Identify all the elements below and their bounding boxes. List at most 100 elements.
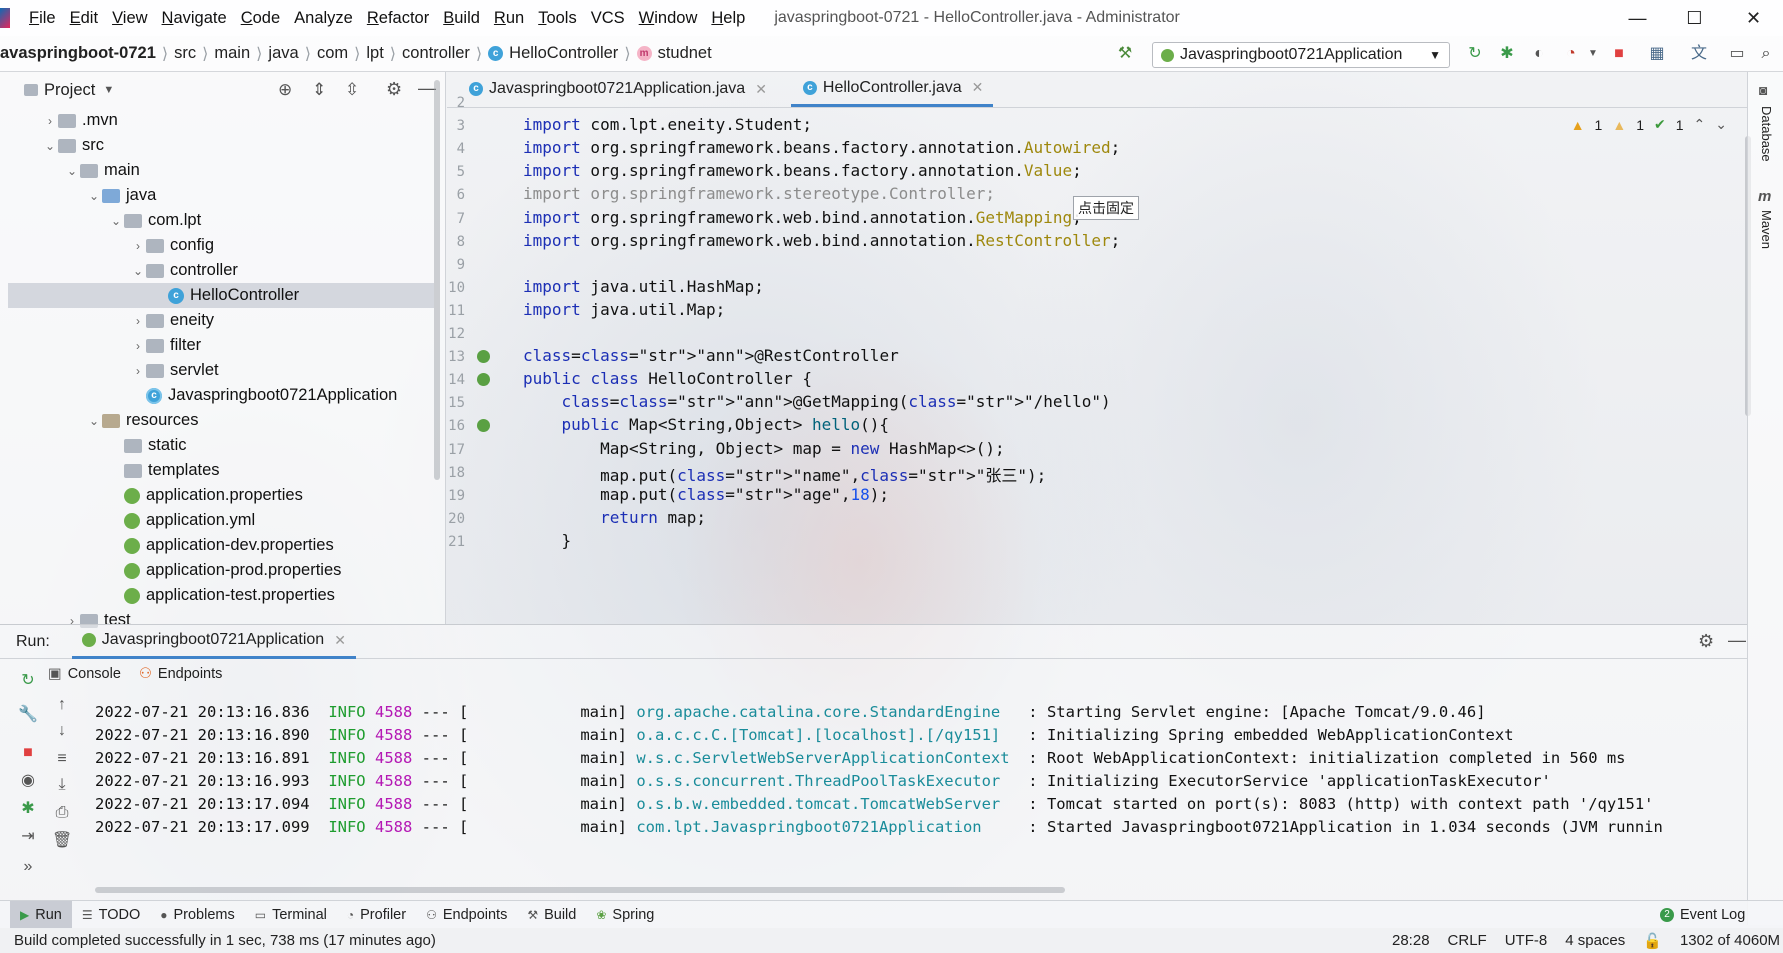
tree-item[interactable]: › eneity	[0, 308, 214, 333]
chevron-down-icon[interactable]: ⌄	[42, 139, 58, 153]
build-hammer-icon[interactable]: ⚒	[1116, 45, 1134, 63]
indent-setting[interactable]: 4 spaces	[1565, 932, 1625, 949]
tool-button-todo[interactable]: ☰ TODO	[72, 901, 150, 929]
tree-item[interactable]: c HelloController	[8, 283, 434, 308]
menu-code[interactable]: Code	[234, 9, 287, 28]
maximize-button[interactable]: ☐	[1667, 0, 1722, 36]
chevron-down-icon[interactable]: ⌄	[86, 189, 102, 203]
tool-button-profiler[interactable]: ◔ Profiler	[337, 901, 416, 929]
console-scrollbar[interactable]	[95, 887, 1065, 893]
chevron-down-icon[interactable]: ⌄	[64, 164, 80, 178]
tree-item[interactable]: ⌄ main	[0, 158, 140, 183]
tool-button-terminal[interactable]: ▭ Terminal	[245, 901, 337, 929]
close-window-button[interactable]: ✕	[1726, 0, 1781, 36]
rerun-icon[interactable]: ↻	[1466, 45, 1484, 63]
tree-item[interactable]: application.properties	[0, 483, 303, 508]
event-log-button[interactable]: 2 Event Log	[1660, 901, 1745, 929]
tree-item[interactable]: application-prod.properties	[0, 558, 341, 583]
menu-vcs[interactable]: VCS	[584, 9, 632, 28]
gear-icon[interactable]: ⚙	[1698, 631, 1714, 652]
close-tab-icon[interactable]: ✕	[334, 632, 346, 649]
file-encoding[interactable]: UTF-8	[1505, 932, 1548, 949]
editor-tab[interactable]: c HelloController.java ✕	[790, 71, 994, 107]
rerun-icon[interactable]: ↻	[18, 671, 38, 691]
run-config-tab[interactable]: Javaspringboot0721Application ✕	[71, 625, 356, 659]
tree-item[interactable]: application.yml	[0, 508, 255, 533]
soft-wrap-icon[interactable]: ≡	[52, 749, 72, 769]
request-mapping-marker-icon[interactable]	[477, 419, 490, 433]
close-tab-icon[interactable]: ✕	[972, 79, 984, 96]
wrench-icon[interactable]: 🔧	[18, 705, 38, 725]
more-run-options-icon[interactable]: ▼	[1584, 45, 1602, 63]
chevron-right-icon[interactable]: ›	[130, 339, 146, 353]
menu-run[interactable]: Run	[487, 9, 531, 28]
expand-all-icon[interactable]: ⇕	[312, 80, 326, 100]
tree-item[interactable]: ⌄ java	[0, 183, 156, 208]
breadcrumb-item[interactable]: lpt	[360, 44, 389, 63]
debug-icon[interactable]: ✱	[1498, 45, 1516, 63]
breadcrumb-item[interactable]: com	[311, 44, 354, 63]
breadcrumb-item[interactable]: main	[208, 44, 256, 63]
line-separator[interactable]: CRLF	[1448, 932, 1487, 949]
stop-icon[interactable]: ■	[1610, 45, 1628, 63]
scroll-to-end-icon[interactable]: ⤓	[52, 775, 72, 795]
tree-item[interactable]: ⌄ controller	[0, 258, 238, 283]
chevron-down-icon[interactable]: ⌄	[130, 264, 146, 278]
chevron-right-icon[interactable]: ›	[42, 114, 58, 128]
search-icon[interactable]: ⌕	[1757, 45, 1775, 63]
print-icon[interactable]: ⎙	[52, 803, 72, 823]
menu-view[interactable]: View	[105, 9, 154, 28]
project-scrollbar[interactable]	[434, 80, 440, 480]
editor-tab[interactable]: c Javaspringboot0721Application.java ✕	[457, 71, 777, 107]
project-view-selector[interactable]: Project ▼	[24, 81, 114, 100]
menu-file[interactable]: File	[22, 9, 63, 28]
run-subtab-endpoints[interactable]: ⚇ Endpoints	[139, 666, 223, 682]
bean-marker-icon[interactable]	[477, 373, 490, 387]
hide-panel-icon[interactable]: —	[1728, 630, 1746, 651]
minimize-button[interactable]: —	[1610, 0, 1665, 36]
tool-button-spring[interactable]: ❀ Spring	[586, 901, 664, 929]
collapse-all-icon[interactable]: ⇳	[345, 80, 359, 100]
previous-highlight-icon[interactable]: ⌃	[1694, 116, 1706, 133]
breadcrumb-item[interactable]: m studnet	[631, 44, 718, 63]
chevron-down-icon[interactable]: ⌄	[108, 214, 124, 228]
run-subtab-console[interactable]: ▣ Console	[48, 666, 121, 682]
breadcrumb-item[interactable]: avaspringboot-0721	[0, 44, 162, 63]
tree-item[interactable]: › config	[0, 233, 214, 258]
tree-item[interactable]: static	[0, 433, 187, 458]
tool-button-run[interactable]: ▶ Run	[10, 900, 72, 929]
maven-tool-button[interactable]: Maven	[1759, 210, 1774, 249]
breadcrumb-item[interactable]: java	[262, 44, 304, 63]
coverage-icon[interactable]: ◐	[1530, 45, 1548, 63]
lock-icon[interactable]: 🔓	[1643, 932, 1662, 950]
run-configuration-select[interactable]: Javaspringboot0721Application ▼	[1152, 42, 1450, 68]
chevron-right-icon[interactable]: ›	[130, 314, 146, 328]
menu-tools[interactable]: Tools	[531, 9, 584, 28]
debug-icon[interactable]: ✱	[18, 799, 38, 819]
tree-item[interactable]: templates	[0, 458, 220, 483]
more-icon[interactable]: »	[18, 857, 38, 877]
stop-icon[interactable]: ■	[18, 743, 38, 763]
translate-icon[interactable]: 文	[1690, 45, 1708, 63]
trash-icon[interactable]: 🗑	[52, 831, 72, 851]
menu-help[interactable]: Help	[704, 9, 752, 28]
tree-item[interactable]: › .mvn	[0, 108, 118, 133]
tool-button-endpoints[interactable]: ⚇ Endpoints	[416, 901, 517, 929]
tree-item[interactable]: application-test.properties	[0, 583, 335, 608]
memory-indicator[interactable]: 1302 of 4060M	[1680, 932, 1780, 949]
tool-button-build[interactable]: ⚒ Build	[517, 901, 586, 929]
scroll-down-icon[interactable]: ↓	[52, 721, 72, 741]
tree-item[interactable]: ⌄ com.lpt	[0, 208, 201, 233]
project-structure-icon[interactable]: ▦	[1648, 45, 1666, 63]
tool-button-problems[interactable]: ● Problems	[150, 901, 245, 929]
chevron-right-icon[interactable]: ›	[130, 239, 146, 253]
scroll-up-icon[interactable]: ↑	[52, 695, 72, 715]
tree-item[interactable]: ⌄ src	[0, 133, 104, 158]
database-tool-button[interactable]: Database	[1759, 106, 1774, 162]
bean-marker-icon[interactable]	[477, 350, 490, 364]
inspection-widget[interactable]: ▲ 1 ▲ 1 ✔ 1 ⌃ ⌄	[1571, 116, 1727, 133]
tree-item[interactable]: › servlet	[0, 358, 219, 383]
exit-icon[interactable]: ⇥	[18, 827, 38, 847]
chevron-right-icon[interactable]: ›	[130, 364, 146, 378]
tree-item[interactable]: c Javaspringboot0721Application	[0, 383, 397, 408]
